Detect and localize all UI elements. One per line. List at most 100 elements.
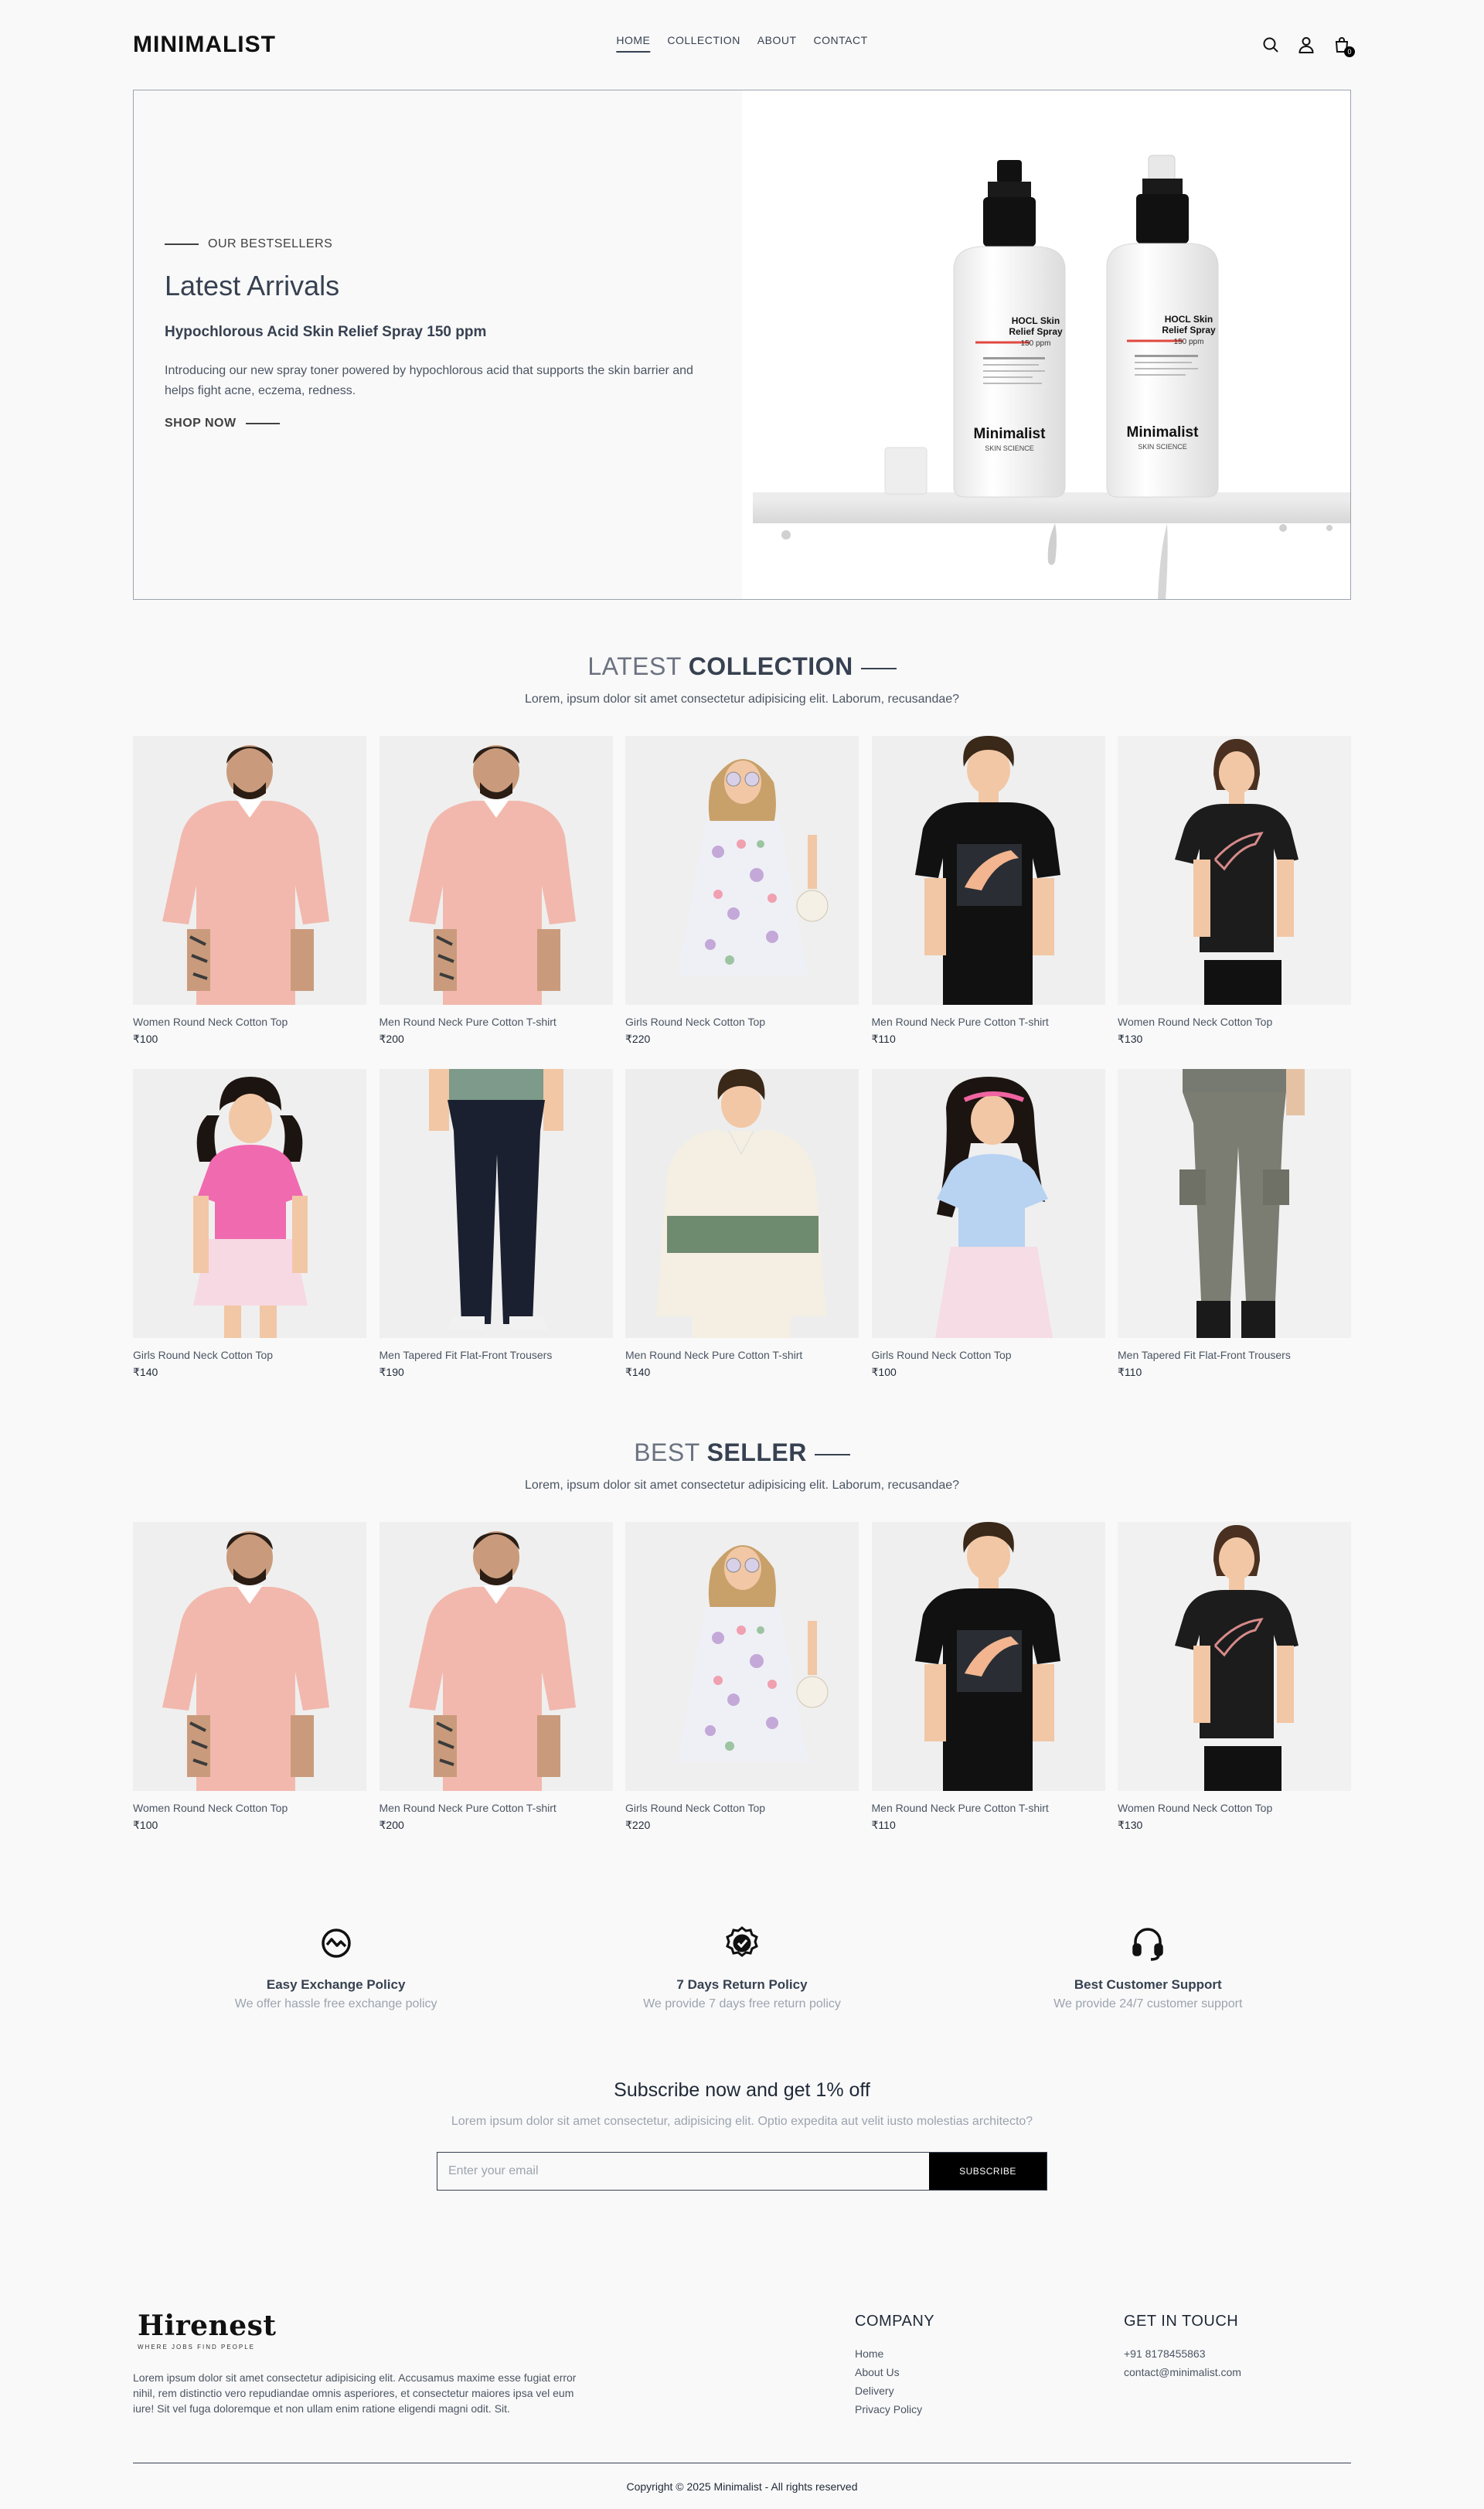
latest-collection-grid: Women Round Neck Cotton Top ₹100 Men Roun… [133, 736, 1351, 1379]
footer-company: COMPANY Home About Us Delivery Privacy P… [855, 2313, 934, 2422]
product-card[interactable]: Men Round Neck Pure Cotton T-shirt ₹200 [379, 1522, 613, 1832]
product-name[interactable]: Men Round Neck Pure Cotton T-shirt [872, 1802, 1105, 1814]
footer-logo[interactable]: Hirenest WHERE JOBS FIND PEOPLE [138, 2310, 277, 2351]
hero-image: HOCL Skin Relief Spray 150 ppm Minimalis… [742, 90, 1350, 599]
product-image[interactable] [379, 736, 613, 1005]
shop-now-label: SHOP NOW [165, 417, 237, 430]
bottle-label-3: HOCL Skin [1165, 314, 1213, 325]
hero-description: Introducing our new spray toner powered … [165, 364, 693, 397]
hero-eyebrow-text: OUR BESTSELLERS [208, 237, 333, 250]
latest-collection-title: LATEST COLLECTION [0, 652, 1484, 681]
latest-collection-description: Lorem, ipsum dolor sit amet consectetur … [524, 693, 960, 706]
policy-exchange: Easy Exchange Policy We offer hassle fre… [197, 1925, 475, 2011]
product-card[interactable]: Girls Round Neck Cotton Top ₹100 [871, 1069, 1105, 1379]
product-image[interactable] [1118, 1522, 1351, 1791]
product-image[interactable] [133, 736, 366, 1005]
footer-email[interactable]: contact@minimalist.com [1124, 2366, 1241, 2378]
nav-link-collection[interactable]: COLLECTION [667, 34, 740, 53]
product-name[interactable]: Women Round Neck Cotton Top [1118, 1016, 1351, 1028]
product-image[interactable] [1118, 736, 1351, 1005]
product-name[interactable]: Men Round Neck Pure Cotton T-shirt [380, 1802, 613, 1814]
top-nav: MINIMALIST HOME COLLECTION ABOUT CONTACT… [133, 23, 1355, 66]
product-image[interactable] [379, 1069, 613, 1338]
product-card[interactable]: Girls Round Neck Cotton Top ₹140 [133, 1069, 366, 1379]
product-name[interactable]: Girls Round Neck Cotton Top [133, 1349, 366, 1361]
product-photo [871, 736, 1105, 1005]
product-name[interactable]: Girls Round Neck Cotton Top [625, 1802, 859, 1814]
footer-link-delivery[interactable]: Delivery [855, 2385, 934, 2397]
product-name[interactable]: Women Round Neck Cotton Top [1118, 1802, 1351, 1814]
product-photo [871, 1069, 1105, 1338]
copyright: Copyright © 2025 Minimalist - All rights… [626, 2480, 858, 2493]
product-image[interactable] [871, 1522, 1105, 1791]
product-price: ₹140 [625, 1366, 651, 1378]
product-photo [133, 736, 366, 1005]
product-card[interactable]: Women Round Neck Cotton Top ₹100 [133, 1522, 366, 1832]
product-name[interactable]: Girls Round Neck Cotton Top [625, 1016, 859, 1028]
product-image[interactable] [133, 1522, 366, 1791]
site-logo[interactable]: MINIMALIST [133, 32, 276, 58]
product-card[interactable]: Men Round Neck Pure Cotton T-shirt ₹110 [871, 1522, 1105, 1832]
product-price: ₹130 [1118, 1033, 1143, 1045]
footer-link-about[interactable]: About Us [855, 2366, 934, 2378]
bottle-label-1: HOCL Skin [1012, 315, 1060, 326]
product-name[interactable]: Women Round Neck Cotton Top [133, 1016, 366, 1028]
product-card[interactable]: Men Tapered Fit Flat-Front Trousers ₹190 [379, 1069, 613, 1379]
email-input[interactable] [437, 2153, 929, 2190]
product-image[interactable] [625, 736, 859, 1005]
title-rule [860, 667, 897, 669]
product-name[interactable]: Men Round Neck Pure Cotton T-shirt [872, 1016, 1105, 1028]
product-card[interactable]: Girls Round Neck Cotton Top ₹220 [625, 736, 859, 1046]
spray-bottles-image: HOCL Skin Relief Spray 150 ppm Minimalis… [753, 155, 1350, 599]
product-photo [379, 1069, 613, 1338]
nav-link-about[interactable]: ABOUT [757, 34, 797, 53]
product-image[interactable] [625, 1522, 859, 1791]
footer-contact: GET IN TOUCH +91 8178455863 contact@mini… [1124, 2313, 1241, 2385]
product-card[interactable]: Men Round Neck Pure Cotton T-shirt ₹200 [379, 736, 613, 1046]
product-card[interactable]: Men Tapered Fit Flat-Front Trousers ₹110 [1118, 1069, 1351, 1379]
product-name[interactable]: Men Tapered Fit Flat-Front Trousers [380, 1349, 613, 1361]
product-photo [1118, 1522, 1351, 1791]
product-image[interactable] [379, 1522, 613, 1791]
profile-icon[interactable] [1297, 36, 1316, 54]
product-image[interactable] [133, 1069, 366, 1338]
product-image[interactable] [871, 1069, 1105, 1338]
product-card[interactable]: Women Round Neck Cotton Top ₹130 [1118, 736, 1351, 1046]
subscribe-form: SUBSCRIBE [437, 2152, 1047, 2191]
search-icon[interactable] [1261, 36, 1280, 54]
policy-title: Best Customer Support [1074, 1977, 1222, 1992]
product-image[interactable] [1118, 1069, 1351, 1338]
bottle-label-4: Relief Spray [1162, 325, 1216, 335]
product-price: ₹220 [625, 1819, 651, 1831]
product-name[interactable]: Men Round Neck Pure Cotton T-shirt [625, 1349, 859, 1361]
product-name[interactable]: Men Tapered Fit Flat-Front Trousers [1118, 1349, 1351, 1361]
eyebrow-rule [165, 243, 199, 245]
product-card[interactable]: Men Round Neck Pure Cotton T-shirt ₹140 [625, 1069, 859, 1379]
footer-link-privacy[interactable]: Privacy Policy [855, 2403, 934, 2415]
product-name[interactable]: Men Round Neck Pure Cotton T-shirt [380, 1016, 613, 1028]
exchange-icon [318, 1925, 355, 1962]
product-card[interactable]: Women Round Neck Cotton Top ₹100 [133, 736, 366, 1046]
product-price: ₹220 [625, 1033, 651, 1045]
shop-now-link[interactable]: SHOP NOW [165, 417, 742, 431]
nav-link-home[interactable]: HOME [616, 34, 651, 53]
footer-link-home[interactable]: Home [855, 2347, 934, 2360]
product-card[interactable]: Girls Round Neck Cotton Top ₹220 [625, 1522, 859, 1832]
policy-desc: We offer hassle free exchange policy [234, 1997, 437, 2010]
footer-phone: +91 8178455863 [1124, 2347, 1206, 2360]
product-photo [133, 1522, 366, 1791]
product-card[interactable]: Men Round Neck Pure Cotton T-shirt ₹110 [871, 736, 1105, 1046]
subscribe-button[interactable]: SUBSCRIBE [929, 2153, 1047, 2190]
product-price: ₹100 [871, 1366, 897, 1378]
hero-banner: OUR BESTSELLERS Latest Arrivals Hypochlo… [133, 90, 1351, 600]
cart-icon[interactable]: 0 [1333, 36, 1355, 57]
footer-tagline: WHERE JOBS FIND PEOPLE [138, 2344, 256, 2351]
product-image[interactable] [625, 1069, 859, 1338]
bestseller-title-bold: SELLER [706, 1438, 807, 1466]
nav-link-contact[interactable]: CONTACT [814, 34, 868, 53]
product-name[interactable]: Women Round Neck Cotton Top [133, 1802, 366, 1814]
product-image[interactable] [871, 736, 1105, 1005]
product-card[interactable]: Women Round Neck Cotton Top ₹130 [1118, 1522, 1351, 1832]
product-price: ₹130 [1118, 1819, 1143, 1831]
product-name[interactable]: Girls Round Neck Cotton Top [872, 1349, 1105, 1361]
